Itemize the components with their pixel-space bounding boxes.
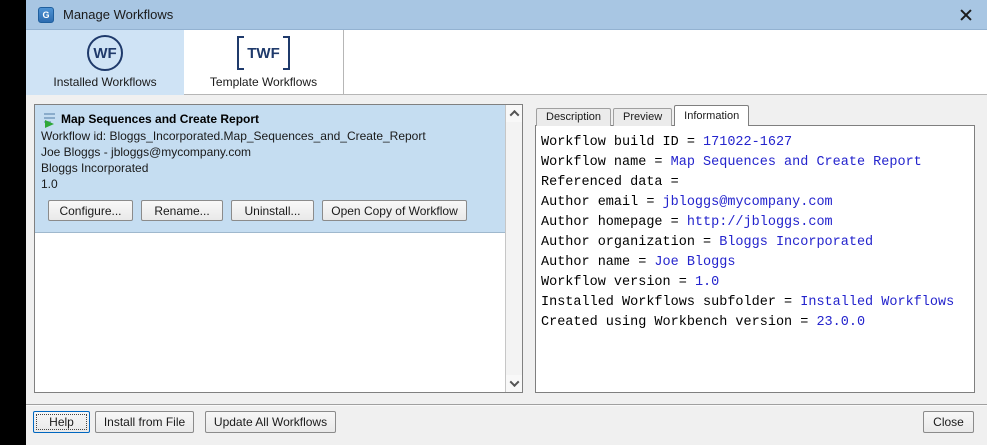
bracket-left-icon <box>237 36 244 70</box>
info-value: http://jbloggs.com <box>687 215 833 230</box>
info-value: Bloggs Incorporated <box>719 235 873 250</box>
info-line: Author email = jbloggs@mycompany.com <box>541 193 970 213</box>
update-all-workflows-button[interactable]: Update All Workflows <box>205 411 336 433</box>
configure-button[interactable]: Configure... <box>48 200 133 221</box>
workflow-organization: Bloggs Incorporated <box>41 160 499 176</box>
uninstall-button[interactable]: Uninstall... <box>231 200 314 221</box>
template-workflows-icon: TWF <box>237 35 289 71</box>
manage-workflows-dialog: G Manage Workflows WF Installed Workflow… <box>26 0 987 445</box>
info-label: Workflow build ID = <box>541 135 703 150</box>
window-title: Manage Workflows <box>63 0 173 30</box>
info-label: Author homepage = <box>541 215 687 230</box>
info-line: Workflow build ID = 171022-1627 <box>541 133 970 153</box>
workflow-author: Joe Bloggs - jbloggs@mycompany.com <box>41 144 499 160</box>
help-button[interactable]: Help <box>33 411 90 433</box>
tab-installed-workflows[interactable]: WF Installed Workflows <box>26 30 184 95</box>
info-line: Installed Workflows subfolder = Installe… <box>541 293 970 313</box>
info-line: Referenced data = <box>541 173 970 193</box>
info-value: 23.0.0 <box>816 315 865 330</box>
info-line: Author name = Joe Bloggs <box>541 253 970 273</box>
info-line: Author organization = Bloggs Incorporate… <box>541 233 970 253</box>
workflow-list-item-selected[interactable]: Map Sequences and Create Report Workflow… <box>35 105 505 233</box>
detail-tabs: Description Preview Information <box>536 106 751 126</box>
install-from-file-button[interactable]: Install from File <box>95 411 194 433</box>
info-label: Workflow name = <box>541 155 671 170</box>
workflow-type-tabstrip: WF Installed Workflows TWF Template Work… <box>26 30 987 95</box>
installed-workflow-list: Map Sequences and Create Report Workflow… <box>34 104 523 393</box>
installed-workflows-icon: WF <box>87 35 123 71</box>
list-scrollbar[interactable] <box>505 105 522 392</box>
info-line: Workflow name = Map Sequences and Create… <box>541 153 970 173</box>
tab-preview[interactable]: Preview <box>613 108 672 126</box>
info-line: Created using Workbench version = 23.0.0 <box>541 313 970 333</box>
workflow-icon <box>41 112 57 127</box>
info-label: Author organization = <box>541 235 719 250</box>
info-label: Installed Workflows subfolder = <box>541 295 800 310</box>
info-value: Installed Workflows <box>800 295 954 310</box>
tab-description[interactable]: Description <box>536 108 611 126</box>
tab-template-workflows[interactable]: TWF Template Workflows <box>184 30 344 95</box>
tab-label: Installed Workflows <box>53 75 156 89</box>
information-panel: Workflow build ID = 171022-1627 Workflow… <box>535 125 975 393</box>
workflow-title: Map Sequences and Create Report <box>61 112 259 126</box>
open-copy-of-workflow-button[interactable]: Open Copy of Workflow <box>322 200 467 221</box>
info-line: Workflow version = 1.0 <box>541 273 970 293</box>
app-logo-icon: G <box>38 7 54 23</box>
tab-label: Template Workflows <box>210 75 317 89</box>
info-value: Map Sequences and Create Report <box>671 155 922 170</box>
close-button[interactable]: Close <box>923 411 974 433</box>
scroll-down-icon[interactable] <box>506 375 522 392</box>
info-label: Author email = <box>541 195 663 210</box>
bracket-right-icon <box>283 36 290 70</box>
info-line: Author homepage = http://jbloggs.com <box>541 213 970 233</box>
close-icon[interactable] <box>958 7 974 23</box>
titlebar: G Manage Workflows <box>26 0 987 30</box>
info-label: Workflow version = <box>541 275 695 290</box>
info-value: jbloggs@mycompany.com <box>663 195 833 210</box>
info-value: 171022-1627 <box>703 135 792 150</box>
info-label: Author name = <box>541 255 654 270</box>
workflow-version: 1.0 <box>41 176 499 192</box>
footer-divider <box>26 404 987 405</box>
info-label: Referenced data = <box>541 175 687 190</box>
scroll-up-icon[interactable] <box>506 105 522 122</box>
twf-glyph: TWF <box>244 45 282 62</box>
workflow-id: Workflow id: Bloggs_Incorporated.Map_Seq… <box>41 128 499 144</box>
info-value: 1.0 <box>695 275 719 290</box>
info-label: Created using Workbench version = <box>541 315 816 330</box>
rename-button[interactable]: Rename... <box>141 200 223 221</box>
info-value: Joe Bloggs <box>654 255 735 270</box>
tab-information[interactable]: Information <box>674 105 749 126</box>
